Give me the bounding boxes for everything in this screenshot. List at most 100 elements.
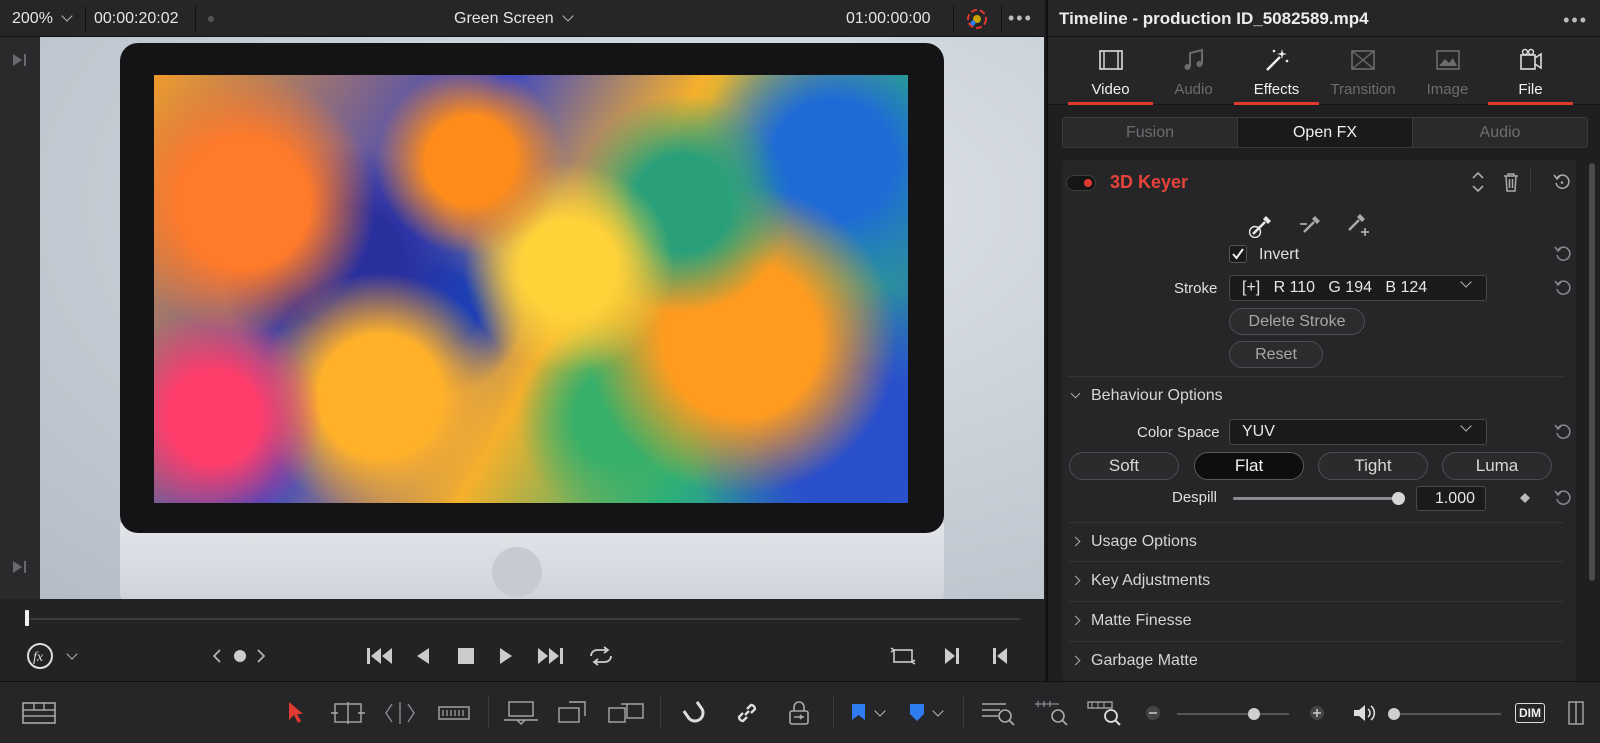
reset-color-space-icon[interactable] — [1554, 423, 1572, 441]
volume-slider-track[interactable] — [1388, 708, 1501, 720]
delete-stroke-button[interactable]: Delete Stroke — [1229, 308, 1365, 335]
full-zoom-button[interactable] — [980, 698, 1016, 728]
jump-to-start-button[interactable] — [366, 643, 394, 669]
dynamic-trim-button[interactable] — [382, 698, 418, 728]
despill-slider-track[interactable] — [1233, 492, 1405, 505]
next-clip-button[interactable] — [256, 643, 266, 669]
marker-button[interactable] — [908, 698, 944, 728]
mode-flat-button[interactable]: Flat — [1194, 452, 1304, 480]
invert-checkbox[interactable] — [1229, 245, 1247, 263]
previous-frame-icon — [993, 648, 1007, 664]
selection-tool-button[interactable] — [286, 698, 306, 728]
reset-button[interactable]: Reset — [1229, 341, 1323, 368]
stop-button[interactable] — [457, 643, 475, 669]
detail-zoom-button[interactable] — [1033, 698, 1069, 728]
insert-clip-button[interactable] — [503, 698, 539, 728]
clip-name-dropdown[interactable]: Green Screen — [454, 0, 574, 37]
fx-menu-button[interactable]: fx — [26, 643, 78, 669]
key-adjustments-section[interactable]: Key Adjustments — [1068, 561, 1564, 599]
reset-effect-icon[interactable] — [1553, 173, 1571, 191]
previous-clip-button[interactable] — [212, 643, 222, 669]
play-button[interactable] — [499, 643, 513, 669]
overwrite-clip-button[interactable] — [557, 698, 589, 728]
behaviour-options-section[interactable]: Behaviour Options — [1068, 376, 1564, 414]
tab-transition[interactable]: Transition — [1317, 37, 1409, 105]
reset-invert-icon[interactable] — [1554, 245, 1572, 263]
garbage-matte-section[interactable]: Garbage Matte — [1068, 641, 1564, 679]
zoom-out-button[interactable] — [1145, 698, 1161, 728]
clip-dot-button[interactable] — [234, 643, 246, 669]
color-space-dropdown[interactable]: YUV — [1229, 419, 1487, 445]
loop-button[interactable] — [587, 643, 615, 669]
inspector-more-icon[interactable]: ••• — [1563, 10, 1588, 31]
eyedropper-pick-icon[interactable] — [1249, 210, 1277, 238]
zoom-dropdown[interactable]: 200% — [12, 0, 73, 37]
trash-icon[interactable] — [1503, 172, 1519, 192]
match-frame-button[interactable] — [890, 643, 916, 669]
svg-text:fx: fx — [33, 650, 44, 665]
zoom-in-button[interactable] — [1309, 698, 1325, 728]
eyedropper-remove-icon[interactable] — [1298, 210, 1326, 238]
color-viewer-icon[interactable] — [965, 0, 989, 37]
position-lock-button[interactable] — [787, 698, 811, 728]
trim-tool-button[interactable] — [330, 698, 366, 728]
subtab-fusion[interactable]: Fusion — [1063, 118, 1237, 147]
monitor-logo-circle — [492, 547, 542, 597]
jump-to-end-button[interactable] — [536, 643, 564, 669]
matte-finesse-section[interactable]: Matte Finesse — [1068, 601, 1564, 639]
reset-despill-icon[interactable] — [1554, 489, 1572, 507]
flag-button[interactable] — [850, 698, 886, 728]
image-icon — [1436, 50, 1460, 70]
despill-slider-knob[interactable] — [1392, 492, 1405, 505]
linked-selection-button[interactable] — [734, 698, 760, 728]
checkmark-icon — [1232, 248, 1244, 260]
blade-tool-button[interactable] — [438, 698, 470, 728]
source-timecode[interactable]: 00:00:20:02 — [94, 0, 179, 37]
tab-file[interactable]: File — [1488, 37, 1573, 105]
tab-label: Image — [1426, 81, 1469, 98]
zoom-slider-track[interactable] — [1177, 708, 1289, 720]
tab-image[interactable]: Image — [1405, 37, 1490, 105]
playhead[interactable] — [25, 610, 29, 626]
divider — [963, 696, 964, 728]
stroke-dropdown[interactable]: [+] R 110 G 194 B 124 — [1229, 275, 1487, 301]
replace-clip-button[interactable] — [607, 698, 645, 728]
effect-enable-toggle[interactable] — [1066, 175, 1096, 191]
volume-button[interactable] — [1352, 698, 1376, 728]
zoom-slider-knob[interactable] — [1248, 708, 1260, 720]
subtab-audio[interactable]: Audio — [1413, 118, 1587, 147]
usage-options-section[interactable]: Usage Options — [1068, 522, 1564, 560]
inspector-scrollbar[interactable] — [1589, 163, 1595, 581]
previous-edit-button[interactable] — [992, 643, 1008, 669]
tab-video[interactable]: Video — [1068, 37, 1153, 105]
chevron-down-icon — [1070, 388, 1081, 399]
flag-icon — [852, 704, 865, 720]
record-timecode[interactable]: 01:00:00:00 — [846, 0, 931, 37]
viewer-side-strip — [0, 37, 40, 599]
timeline-view-options-button[interactable] — [22, 698, 56, 728]
reorder-icon[interactable] — [1471, 170, 1485, 194]
tab-audio[interactable]: Audio — [1151, 37, 1236, 105]
video-viewer[interactable] — [0, 37, 1044, 599]
subtab-open-fx[interactable]: Open FX — [1237, 118, 1413, 147]
timeline-layout-icon — [22, 702, 56, 724]
mode-luma-button[interactable]: Luma — [1442, 452, 1552, 480]
keyframe-diamond-icon[interactable] — [1519, 492, 1531, 504]
viewer-more-icon[interactable]: ••• — [1008, 0, 1033, 37]
mode-soft-button[interactable]: Soft — [1069, 452, 1179, 480]
eyedropper-add-icon[interactable] — [1345, 210, 1373, 238]
scrubber-track[interactable] — [26, 618, 1020, 620]
reset-stroke-icon[interactable] — [1554, 279, 1572, 297]
volume-slider-knob[interactable] — [1388, 708, 1400, 720]
custom-zoom-button[interactable] — [1086, 698, 1122, 728]
dim-button[interactable]: DIM — [1515, 698, 1545, 728]
mode-tight-button[interactable]: Tight — [1318, 452, 1428, 480]
next-edit-button[interactable] — [944, 643, 960, 669]
toggle-panel-button[interactable] — [1567, 698, 1585, 728]
tab-effects[interactable]: Effects — [1234, 37, 1319, 105]
snapping-button[interactable] — [681, 698, 709, 728]
despill-value-field[interactable]: 1.000 — [1416, 486, 1486, 511]
reverse-button[interactable] — [416, 643, 430, 669]
effect-source-tabs: Fusion Open FX Audio — [1062, 117, 1588, 148]
divider — [1530, 167, 1531, 193]
